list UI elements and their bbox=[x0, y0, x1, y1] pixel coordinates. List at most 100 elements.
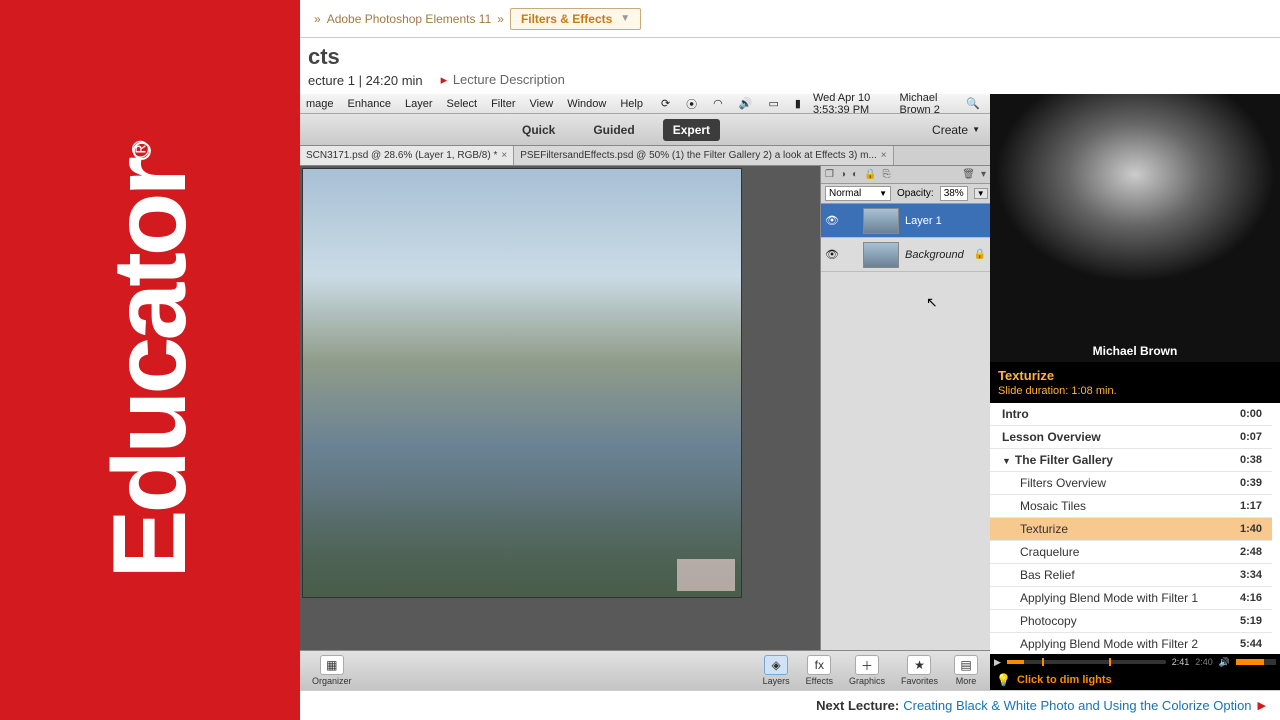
panel-menu-icon[interactable]: ▾ bbox=[981, 169, 986, 180]
menu-select[interactable]: Select bbox=[447, 98, 478, 110]
chapter-row[interactable]: Bas Relief3:34 bbox=[990, 564, 1272, 587]
graphics-button[interactable]: ＋ Graphics bbox=[841, 655, 893, 686]
document-image bbox=[302, 168, 742, 598]
chapter-row[interactable]: Intro0:00 bbox=[990, 403, 1272, 426]
close-icon[interactable]: × bbox=[881, 150, 887, 161]
layer-list: 👁 Layer 1 👁 Background 🔒 bbox=[821, 204, 990, 650]
chapter-row[interactable]: Applying Blend Mode with Filter 14:16 bbox=[990, 587, 1272, 610]
chevron-down-icon: ▼ bbox=[972, 125, 980, 134]
next-arrow-icon[interactable]: ▶ bbox=[1258, 699, 1266, 712]
chapter-label: The Filter Gallery bbox=[1015, 453, 1113, 467]
chapter-row[interactable]: Photocopy5:19 bbox=[990, 610, 1272, 633]
chapter-row[interactable]: Texturize 1:40 bbox=[990, 518, 1272, 541]
more-button[interactable]: ▤ More bbox=[946, 655, 986, 686]
signal-icon: ◠ bbox=[713, 97, 723, 110]
volume-bar[interactable] bbox=[1236, 659, 1276, 665]
breadcrumb-dropdown[interactable]: Filters & Effects ▼ bbox=[510, 8, 641, 30]
chapter-row[interactable]: Craquelure2:48 bbox=[990, 541, 1272, 564]
chapter-row[interactable]: Lesson Overview0:07 bbox=[990, 426, 1272, 449]
menu-window[interactable]: Window bbox=[567, 98, 606, 110]
close-icon[interactable]: × bbox=[501, 150, 507, 161]
chapter-time: 1:40 bbox=[1240, 523, 1262, 535]
battery-icon: ▮ bbox=[795, 97, 801, 110]
graphics-icon: ＋ bbox=[855, 655, 879, 675]
collapse-icon[interactable]: ▼ bbox=[1002, 456, 1011, 466]
layers-button[interactable]: ◈ Layers bbox=[755, 655, 798, 686]
menu-filter[interactable]: Filter bbox=[491, 98, 515, 110]
mode-expert[interactable]: Expert bbox=[663, 119, 720, 141]
create-dropdown[interactable]: Create▼ bbox=[932, 123, 980, 137]
lecture-meta: ecture 1 | 24:20 min bbox=[308, 73, 423, 88]
organizer-button[interactable]: ▦ Organizer bbox=[304, 655, 360, 686]
chapter-time: 5:44 bbox=[1240, 638, 1262, 650]
new-layer-icon[interactable]: ❐ bbox=[825, 169, 834, 180]
wifi-icon: ⦿ bbox=[686, 96, 697, 112]
chapter-time: 3:34 bbox=[1240, 569, 1262, 581]
menu-image[interactable]: mage bbox=[306, 98, 334, 110]
chapter-label: Lesson Overview bbox=[1002, 430, 1101, 444]
mode-guided[interactable]: Guided bbox=[583, 119, 644, 141]
current-topic: Texturize bbox=[990, 362, 1280, 385]
chapter-label: Texturize bbox=[1020, 522, 1068, 536]
visibility-icon[interactable]: 👁 bbox=[825, 214, 839, 227]
breadcrumb-dropdown-label: Filters & Effects bbox=[521, 12, 612, 26]
chapter-time: 1:17 bbox=[1240, 500, 1262, 512]
video-player[interactable]: Michael Brown bbox=[990, 94, 1280, 362]
search-icon[interactable]: 🔍 bbox=[966, 97, 980, 110]
layer-row[interactable]: 👁 Background 🔒 bbox=[821, 238, 990, 272]
chapter-label: Craquelure bbox=[1020, 545, 1079, 559]
chapter-time: 4:16 bbox=[1240, 592, 1262, 604]
favorites-button[interactable]: ★ Favorites bbox=[893, 655, 946, 686]
menu-enhance[interactable]: Enhance bbox=[348, 98, 391, 110]
menu-view[interactable]: View bbox=[530, 98, 554, 110]
photoshop-elements-window: mage Enhance Layer Select Filter View Wi… bbox=[300, 94, 990, 690]
display-icon: ▭ bbox=[768, 97, 778, 110]
document-tab[interactable]: SCN3171.psd @ 28.6% (Layer 1, RGB/8) * × bbox=[300, 146, 514, 165]
opacity-label: Opacity: bbox=[897, 188, 934, 199]
chapter-row[interactable]: Mosaic Tiles1:17 bbox=[990, 495, 1272, 518]
dim-lights-row[interactable]: 💡 Click to dim lights bbox=[990, 670, 1280, 690]
presenter-name: Michael Brown bbox=[990, 344, 1280, 358]
menu-layer[interactable]: Layer bbox=[405, 98, 433, 110]
breadcrumb: » Adobe Photoshop Elements 11 » Filters … bbox=[300, 0, 1280, 38]
time-current: 2:41 bbox=[1172, 657, 1190, 667]
adjust-icon[interactable]: ◐ bbox=[852, 169, 858, 180]
effects-button[interactable]: fx Effects bbox=[798, 655, 841, 686]
document-tab[interactable]: PSEFiltersandEffects.psd @ 50% (1) the F… bbox=[514, 146, 893, 165]
play-icon[interactable]: ▶ bbox=[994, 657, 1001, 668]
breadcrumb-separator: » bbox=[497, 12, 504, 26]
trash-icon[interactable]: 🗑 bbox=[962, 169, 975, 180]
chapter-list: Intro0:00Lesson Overview0:07 ▼ The Filter … bbox=[990, 403, 1280, 654]
brand-logo: Educator® bbox=[91, 142, 210, 579]
lock-icon[interactable]: 🔒 bbox=[864, 169, 876, 180]
mask-icon[interactable]: ◑ bbox=[840, 169, 846, 180]
opacity-stepper[interactable]: ▼ bbox=[974, 188, 988, 199]
chapter-row[interactable]: ▼The Filter Gallery0:38 bbox=[990, 449, 1272, 472]
layer-name[interactable]: Layer 1 bbox=[905, 215, 986, 227]
opacity-value[interactable]: 38% bbox=[940, 186, 968, 201]
menu-help[interactable]: Help bbox=[620, 98, 643, 110]
document-tabs: SCN3171.psd @ 28.6% (Layer 1, RGB/8) * ×… bbox=[300, 146, 990, 166]
chapter-label: Filters Overview bbox=[1020, 476, 1106, 490]
lecture-description-link[interactable]: ▸ Lecture Description bbox=[441, 72, 565, 88]
link-icon[interactable]: ⎘ bbox=[883, 169, 891, 180]
chapter-row[interactable]: Applying Blend Mode with Filter 25:44 bbox=[990, 633, 1272, 654]
document-tab-label: PSEFiltersandEffects.psd @ 50% (1) the F… bbox=[520, 150, 877, 161]
bulb-icon: 💡 bbox=[996, 673, 1011, 687]
visibility-icon[interactable]: 👁 bbox=[825, 248, 839, 261]
next-lecture-link[interactable]: Creating Black & White Photo and Using t… bbox=[903, 698, 1251, 713]
chapter-time: 0:00 bbox=[1240, 408, 1262, 420]
scrub-bar[interactable] bbox=[1007, 660, 1166, 664]
chevron-down-icon: ▼ bbox=[620, 13, 630, 24]
chapter-row[interactable]: Filters Overview0:39 bbox=[990, 472, 1272, 495]
mode-quick[interactable]: Quick bbox=[512, 119, 565, 141]
breadcrumb-course[interactable]: Adobe Photoshop Elements 11 bbox=[327, 12, 492, 26]
layer-row[interactable]: 👁 Layer 1 bbox=[821, 204, 990, 238]
canvas-area[interactable] bbox=[300, 166, 820, 650]
pse-mode-bar: Quick Guided Expert Create▼ bbox=[300, 114, 990, 146]
mac-status-icons: ⟳ ⦿ ◠ 🔊 ▭ ▮ Wed Apr 10 3:53:39 PM Michae… bbox=[657, 92, 984, 116]
mac-menubar: mage Enhance Layer Select Filter View Wi… bbox=[300, 94, 990, 114]
blend-mode-dropdown[interactable]: Normal▼ bbox=[825, 186, 891, 201]
speaker-icon[interactable]: 🔊 bbox=[1219, 657, 1230, 668]
video-sidebar: Michael Brown Texturize Slide duration: … bbox=[990, 94, 1280, 690]
